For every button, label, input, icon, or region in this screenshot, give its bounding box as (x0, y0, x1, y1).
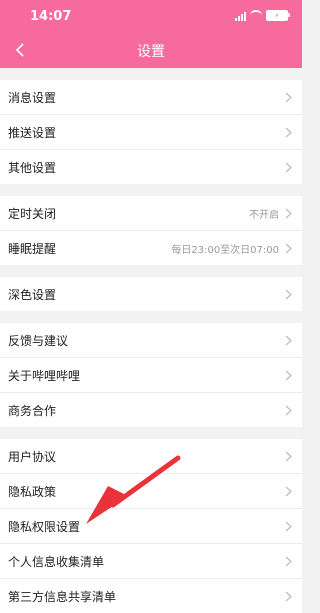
settings-list: 消息设置推送设置其他设置定时关闭 不开启睡眠提醒 每日23:00至次日07:00 深色… (0, 68, 302, 613)
app-header: 14:07 ⚡ 设置 (0, 0, 302, 68)
settings-row-label: 隐私政策 (8, 484, 57, 499)
settings-row[interactable]: 商务合作 (0, 393, 302, 427)
settings-row-label: 反馈与建议 (8, 333, 69, 348)
settings-row-label: 第三方信息共享清单 (8, 589, 117, 604)
settings-row-label: 关于哔哩哔哩 (8, 368, 81, 383)
settings-row-label: 商务合作 (8, 403, 57, 418)
settings-row[interactable]: 隐私政策 (0, 474, 302, 509)
group-spacer (0, 427, 302, 439)
group-spacer (0, 184, 302, 196)
settings-row-label: 消息设置 (8, 90, 57, 105)
chevron-right-icon (285, 405, 292, 415)
settings-row[interactable]: 隐私权限设置 (0, 509, 302, 544)
settings-row-label: 用户协议 (8, 449, 57, 464)
settings-row-label: 推送设置 (8, 125, 57, 140)
settings-row[interactable]: 用户协议 (0, 439, 302, 474)
group-spacer (0, 311, 302, 323)
chevron-right-icon (285, 370, 292, 380)
signal-icon (235, 11, 246, 21)
settings-row-label: 隐私权限设置 (8, 519, 81, 534)
settings-row-label: 睡眠提醒 (8, 241, 57, 256)
chevron-right-icon (285, 243, 292, 253)
group-spacer (0, 68, 302, 80)
wifi-icon (250, 10, 262, 21)
settings-row-value: 每日23:00至次日07:00 (171, 244, 279, 256)
settings-row[interactable]: 推送设置 (0, 115, 302, 150)
settings-row-value: 不开启 (249, 209, 279, 221)
page-title: 设置 (137, 44, 165, 60)
status-time: 14:07 (30, 9, 72, 24)
chevron-right-icon (285, 335, 292, 345)
chevron-right-icon (285, 208, 292, 218)
chevron-right-icon (285, 127, 292, 137)
settings-row[interactable]: 睡眠提醒 每日23:00至次日07:00 (0, 231, 302, 265)
settings-row-label: 个人信息收集清单 (8, 554, 105, 569)
settings-row[interactable]: 其他设置 (0, 150, 302, 184)
chevron-right-icon (285, 486, 292, 496)
group-spacer (0, 265, 302, 277)
chevron-right-icon (285, 556, 292, 566)
settings-row[interactable]: 定时关闭 不开启 (0, 196, 302, 231)
settings-row[interactable]: 深色设置 (0, 277, 302, 311)
settings-row-label: 其他设置 (8, 160, 57, 175)
settings-row[interactable]: 反馈与建议 (0, 323, 302, 358)
settings-row[interactable]: 个人信息收集清单 (0, 544, 302, 579)
chevron-right-icon (285, 451, 292, 461)
chevron-right-icon (285, 92, 292, 102)
chevron-right-icon (285, 521, 292, 531)
battery-icon: ⚡ (266, 10, 290, 21)
chevron-right-icon (285, 162, 292, 172)
settings-group: 用户协议隐私政策隐私权限设置个人信息收集清单 第三方信息共享清单 (0, 439, 302, 613)
settings-group: 反馈与建议关于哔哩哔哩 商务合作 (0, 323, 302, 427)
settings-row[interactable]: 第三方信息共享清单 (0, 579, 302, 613)
settings-row-label: 深色设置 (8, 287, 57, 302)
settings-row[interactable]: 消息设置 (0, 80, 302, 115)
settings-row-label: 定时关闭 (8, 206, 57, 221)
settings-row[interactable]: 关于哔哩哔哩 (0, 358, 302, 393)
settings-group: 消息设置推送设置其他设置 (0, 80, 302, 184)
settings-group: 深色设置 (0, 277, 302, 311)
settings-group: 定时关闭 不开启睡眠提醒 每日23:00至次日07:00 (0, 196, 302, 265)
chevron-right-icon (285, 289, 292, 299)
status-icons: ⚡ (235, 10, 290, 21)
